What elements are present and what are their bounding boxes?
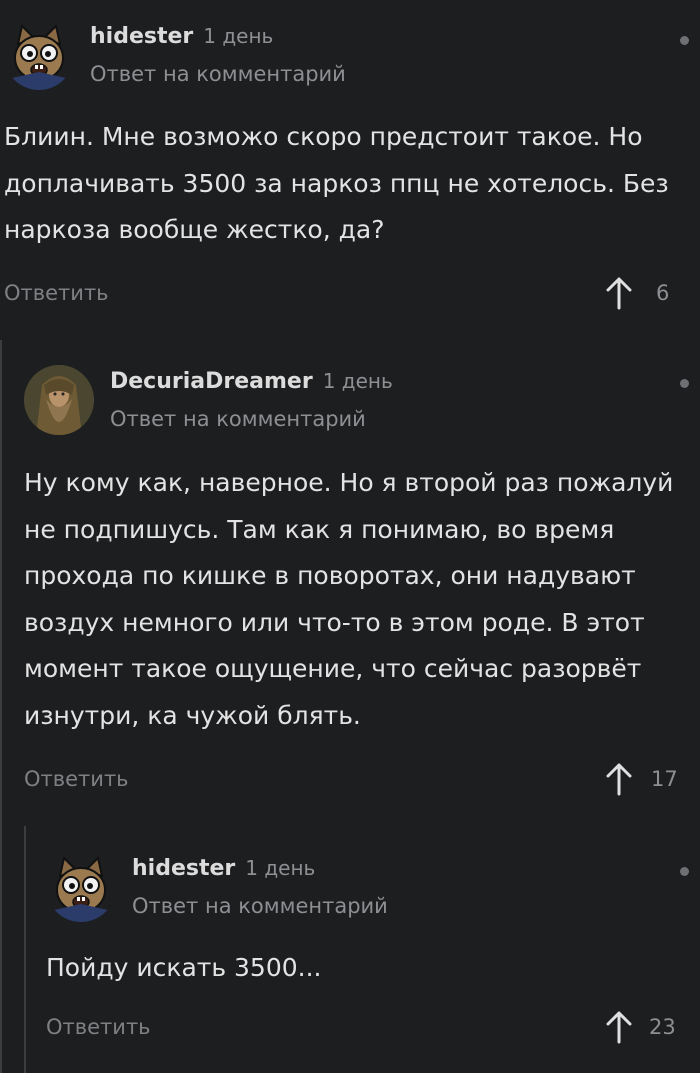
comment-thread: hidester 1 день Ответ на комментарий Бли… xyxy=(0,0,700,1073)
comment-body: Пойду искать 3500... xyxy=(46,953,322,982)
more-options-icon[interactable] xyxy=(680,379,689,388)
reply-to-label[interactable]: Ответ на комментарий xyxy=(132,894,388,918)
vote-count: 23 xyxy=(649,1015,676,1039)
timestamp: 1 день xyxy=(245,856,316,880)
timestamp: 1 день xyxy=(203,24,274,48)
author-line: hidester 1 день xyxy=(90,24,273,49)
vote-count: 6 xyxy=(656,281,670,305)
reply-button[interactable]: Ответить xyxy=(24,767,129,791)
cat-avatar-icon xyxy=(4,20,74,90)
vote-count: 17 xyxy=(651,767,678,791)
author-name[interactable]: DecuriaDreamer xyxy=(110,369,313,394)
cat-avatar-icon xyxy=(46,852,116,922)
author-name[interactable]: hidester xyxy=(132,856,235,881)
upvote-arrow-icon[interactable] xyxy=(604,762,634,796)
avatar[interactable] xyxy=(46,852,116,922)
more-options-icon[interactable] xyxy=(680,867,689,876)
reply-button[interactable]: Ответить xyxy=(4,281,109,305)
thread-line-level-2[interactable] xyxy=(24,826,26,1073)
reply-to-label[interactable]: Ответ на комментарий xyxy=(110,407,366,431)
author-name[interactable]: hidester xyxy=(90,24,193,49)
author-line: hidester 1 день xyxy=(132,856,315,881)
wizard-avatar-icon xyxy=(24,365,94,435)
comment-body: Блиин. Мне возможо скоро предстоит такое… xyxy=(4,122,669,244)
reply-to-label[interactable]: Ответ на комментарий xyxy=(90,62,346,86)
author-line: DecuriaDreamer 1 день xyxy=(110,369,393,394)
reply-button[interactable]: Ответить xyxy=(46,1015,151,1039)
upvote-arrow-icon[interactable] xyxy=(604,1010,634,1044)
comment-body: Ну кому как, наверное. Но я второй раз п… xyxy=(24,468,674,730)
avatar[interactable] xyxy=(4,20,74,90)
thread-line-level-1[interactable] xyxy=(0,340,2,1073)
upvote-arrow-icon[interactable] xyxy=(604,276,634,310)
more-options-icon[interactable] xyxy=(680,36,689,45)
avatar[interactable] xyxy=(24,365,94,435)
timestamp: 1 день xyxy=(322,369,393,393)
